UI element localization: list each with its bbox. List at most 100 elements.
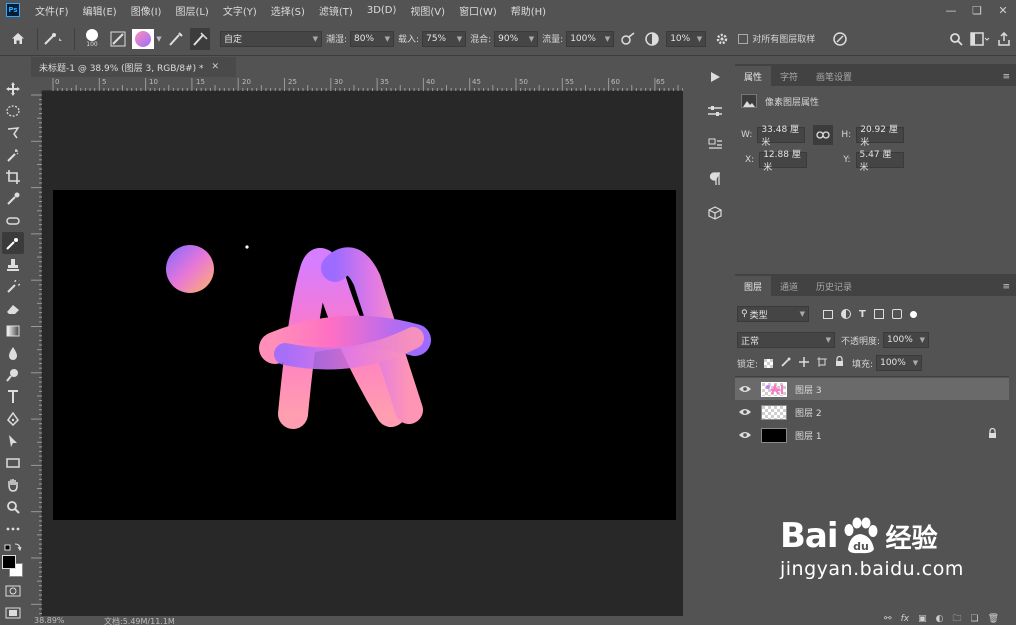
- menu-view[interactable]: 视图(V): [403, 3, 452, 18]
- document-size[interactable]: 文档:5.49M/11.1M: [104, 616, 175, 625]
- panel-menu-icon[interactable]: ≡: [1002, 72, 1016, 86]
- tab-properties[interactable]: 属性: [735, 66, 772, 86]
- wet-input[interactable]: 80% ▼: [350, 30, 395, 47]
- panel-menu-icon[interactable]: ≡: [1002, 282, 1016, 296]
- vertical-ruler[interactable]: [31, 91, 42, 616]
- flow-input[interactable]: 100% ▼: [566, 30, 615, 47]
- x-input[interactable]: 12.88 厘米: [759, 150, 808, 173]
- filter-type-icon[interactable]: T: [859, 309, 866, 320]
- visibility-eye-icon[interactable]: [735, 408, 755, 416]
- foreground-color-swatch[interactable]: [2, 555, 16, 569]
- mix-preset-select[interactable]: 自定 ▼: [220, 30, 322, 47]
- quick-select-tool-icon[interactable]: [2, 144, 24, 166]
- paragraph-icon[interactable]: [702, 166, 728, 192]
- adjustments-icon[interactable]: [702, 98, 728, 124]
- trash-icon[interactable]: 🗑: [988, 614, 999, 624]
- history-brush-tool-icon[interactable]: [2, 276, 24, 298]
- clone-stamp-tool-icon[interactable]: [2, 254, 24, 276]
- tab-channels[interactable]: 通道: [771, 276, 807, 296]
- width-input[interactable]: 33.48 厘米: [757, 125, 806, 148]
- menu-3d[interactable]: 3D(D): [360, 5, 404, 16]
- tab-character[interactable]: 字符: [771, 66, 807, 86]
- pen-tool-icon[interactable]: [2, 408, 24, 430]
- current-paint-swatch[interactable]: ▼: [132, 28, 162, 50]
- add-mask-icon[interactable]: ▣: [918, 614, 927, 624]
- lock-paint-icon[interactable]: [781, 357, 791, 370]
- zoom-tool-icon[interactable]: [2, 496, 24, 518]
- close-icon[interactable]: ✕: [990, 0, 1016, 20]
- eyedropper-tool-icon[interactable]: [2, 188, 24, 210]
- layer-name[interactable]: 图层 3: [795, 383, 822, 396]
- search-icon[interactable]: [946, 28, 966, 50]
- workspace-icon[interactable]: [970, 28, 990, 50]
- rectangle-tool-icon[interactable]: [2, 452, 24, 474]
- screen-mode-icon[interactable]: [2, 602, 24, 624]
- path-selection-tool-icon[interactable]: [2, 430, 24, 452]
- color-swatches[interactable]: [1, 554, 25, 580]
- horizontal-ruler[interactable]: 0 5 10 15 20 25 30 35 40 45 50 55 60 65: [42, 78, 683, 91]
- sample-all-checkbox[interactable]: [738, 33, 749, 44]
- adjustment-layer-icon[interactable]: ◐: [936, 614, 944, 624]
- visibility-eye-icon[interactable]: [735, 431, 755, 439]
- filter-shape-icon[interactable]: [873, 309, 884, 319]
- quick-mask-icon[interactable]: [2, 580, 24, 602]
- close-document-icon[interactable]: ✕: [212, 62, 220, 72]
- airbrush-icon[interactable]: [618, 28, 638, 50]
- load-brush-icon[interactable]: [166, 28, 186, 50]
- layer-row[interactable]: 图层 2: [735, 401, 1009, 423]
- settings-gear-icon[interactable]: [712, 28, 732, 50]
- menu-type[interactable]: 文字(Y): [216, 3, 264, 18]
- healing-brush-tool-icon[interactable]: [2, 210, 24, 232]
- layer-kind-filter[interactable]: ⚲ 类型 ▼: [737, 306, 809, 322]
- tab-history[interactable]: 历史记录: [807, 276, 861, 296]
- share-icon[interactable]: [994, 28, 1014, 50]
- menu-image[interactable]: 图像(I): [124, 3, 169, 18]
- menu-select[interactable]: 选择(S): [264, 3, 312, 18]
- smoothing-input[interactable]: 10% ▼: [666, 30, 707, 47]
- blend-mode-select[interactable]: 正常 ▼: [737, 332, 835, 348]
- mix-input[interactable]: 90% ▼: [494, 30, 539, 47]
- filter-toggle-icon[interactable]: [909, 310, 917, 318]
- tab-layers[interactable]: 图层: [735, 276, 772, 296]
- y-input[interactable]: 5.47 厘米: [855, 150, 904, 173]
- filter-adjustment-icon[interactable]: [841, 309, 851, 319]
- canvas-artboard[interactable]: AI: [53, 190, 676, 520]
- fill-input[interactable]: 100% ▼: [876, 355, 923, 371]
- gradient-tool-icon[interactable]: [2, 320, 24, 342]
- lock-artboard-icon[interactable]: [817, 356, 828, 370]
- angle-icon[interactable]: [642, 28, 662, 50]
- layer-name[interactable]: 图层 2: [795, 406, 822, 419]
- play-icon[interactable]: [702, 64, 728, 90]
- crop-tool-icon[interactable]: [2, 166, 24, 188]
- type-tool-icon[interactable]: [2, 386, 24, 408]
- menu-window[interactable]: 窗口(W): [452, 3, 504, 18]
- lock-all-icon[interactable]: [835, 355, 844, 370]
- hand-tool-icon[interactable]: [2, 474, 24, 496]
- menu-help[interactable]: 帮助(H): [504, 3, 553, 18]
- character-style-icon[interactable]: [702, 132, 728, 158]
- lock-transparent-icon[interactable]: [764, 358, 774, 368]
- layer-name[interactable]: 图层 1: [795, 429, 822, 442]
- link-layers-icon[interactable]: ⚯: [884, 614, 892, 624]
- lock-position-icon[interactable]: [799, 356, 810, 370]
- menu-layer[interactable]: 图层(L): [168, 3, 215, 18]
- filter-smart-object-icon[interactable]: [891, 309, 902, 319]
- blur-tool-icon[interactable]: [2, 342, 24, 364]
- more-tools-icon[interactable]: [2, 518, 24, 540]
- dodge-tool-icon[interactable]: [2, 364, 24, 386]
- fx-icon[interactable]: fx: [901, 614, 910, 624]
- marquee-tool-icon[interactable]: [2, 100, 24, 122]
- new-layer-icon[interactable]: ❏: [970, 614, 978, 624]
- restore-icon[interactable]: ❏: [964, 0, 990, 20]
- home-icon[interactable]: [8, 28, 28, 50]
- 3d-cube-icon[interactable]: [702, 200, 728, 226]
- mixer-brush-tool-icon[interactable]: [43, 28, 65, 50]
- height-input[interactable]: 20.92 厘米: [856, 125, 905, 148]
- menu-file[interactable]: 文件(F): [28, 3, 76, 18]
- filter-pixel-icon[interactable]: [823, 309, 833, 319]
- brush-settings-icon[interactable]: [108, 28, 128, 50]
- visibility-eye-icon[interactable]: [735, 385, 755, 393]
- mixer-brush-tool-icon[interactable]: [2, 232, 24, 254]
- clean-brush-icon[interactable]: [190, 27, 210, 50]
- link-dimensions-icon[interactable]: [813, 125, 834, 145]
